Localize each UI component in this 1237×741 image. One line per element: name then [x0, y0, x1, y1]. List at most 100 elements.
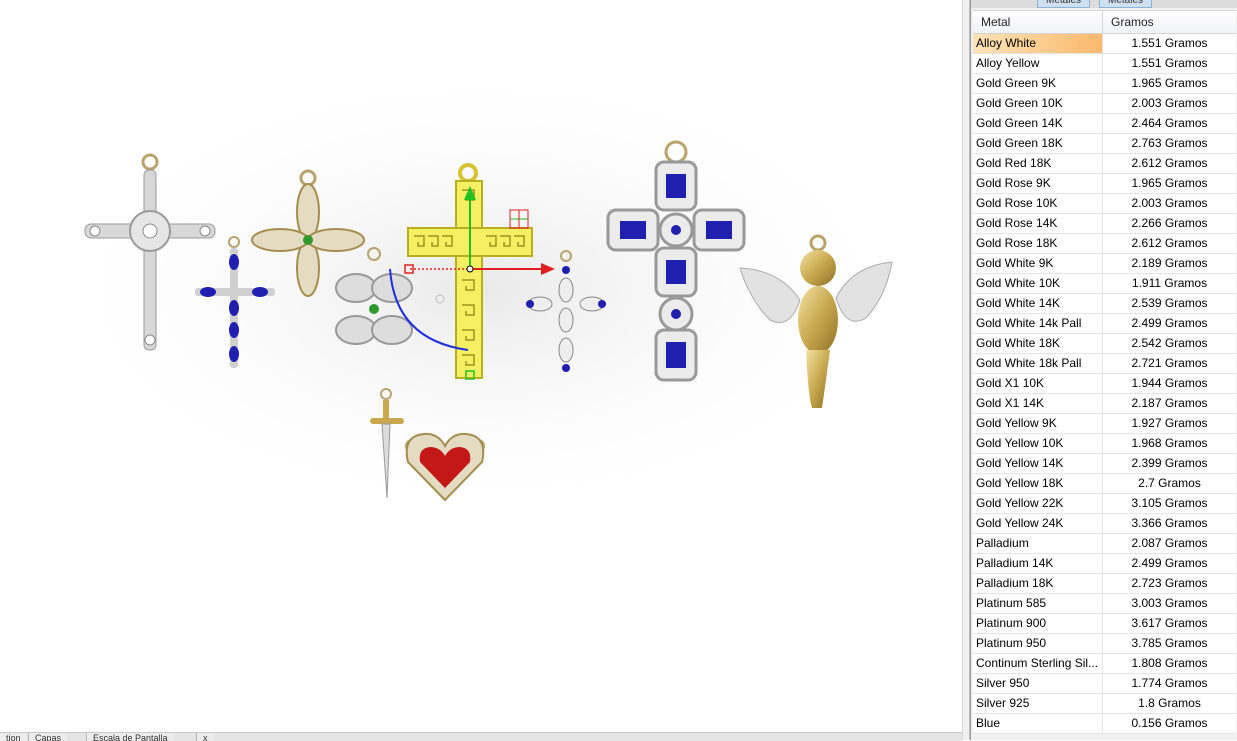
table-row[interactable]: Gold White 18K 2.542 Gramos: [973, 334, 1236, 354]
metal-cell: Gold White 10K: [973, 274, 1103, 293]
table-body: Alloy White 1.551 Gramos Alloy Yellow 1.551…: [973, 34, 1236, 734]
grams-cell: 3.366 Gramos: [1131, 516, 1208, 530]
column-header-metal[interactable]: Metal: [973, 11, 1103, 33]
table-row[interactable]: Gold Rose 18K 2.612 Gramos: [973, 234, 1236, 254]
metal-cell: Gold X1 10K: [973, 374, 1103, 393]
table-row[interactable]: Silver 925 1.8 Gramos: [973, 694, 1236, 714]
table-row[interactable]: Gold Yellow 9K 1.927 Gramos: [973, 414, 1236, 434]
table-row[interactable]: Gold Rose 9K 1.965 Gramos: [973, 174, 1236, 194]
grams-cell: 1.965 Gramos: [1131, 176, 1208, 190]
table-row[interactable]: Palladium 14K 2.499 Gramos: [973, 554, 1236, 574]
column-header-grams[interactable]: Gramos: [1103, 11, 1236, 33]
metal-cell: Gold Rose 14K: [973, 214, 1103, 233]
table-row[interactable]: Gold Yellow 24K 3.366 Gramos: [973, 514, 1236, 534]
metal-cell: Gold White 18k Pall: [973, 354, 1103, 373]
grams-cell: 2.721 Gramos: [1131, 356, 1208, 370]
metal-cell: Alloy Yellow: [973, 54, 1103, 73]
grams-cell: 1.808 Gramos: [1131, 656, 1208, 670]
grams-cell: 2.542 Gramos: [1131, 336, 1208, 350]
table-row[interactable]: Gold White 14K 2.539 Gramos: [973, 294, 1236, 314]
metal-cell: Gold Yellow 18K: [973, 474, 1103, 493]
metal-cell: Alloy White: [973, 34, 1103, 53]
table-row[interactable]: Gold White 14k Pall 2.499 Gramos: [973, 314, 1236, 334]
grams-cell: 1.911 Gramos: [1131, 276, 1208, 290]
metal-cell: Platinum 585: [973, 594, 1103, 613]
grams-cell: 2.723 Gramos: [1131, 576, 1208, 590]
grams-cell: 1.774 Gramos: [1131, 676, 1208, 690]
panel-splitter[interactable]: [962, 0, 970, 740]
table-row[interactable]: Palladium 2.087 Gramos: [973, 534, 1236, 554]
table-row[interactable]: Gold White 10K 1.911 Gramos: [973, 274, 1236, 294]
table-row[interactable]: Gold Yellow 18K 2.7 Gramos: [973, 474, 1236, 494]
table-row[interactable]: Gold Rose 14K 2.266 Gramos: [973, 214, 1236, 234]
table-row[interactable]: Gold Green 14K 2.464 Gramos: [973, 114, 1236, 134]
viewport-scene[interactable]: [0, 0, 962, 732]
table-row[interactable]: Gold X1 14K 2.187 Gramos: [973, 394, 1236, 414]
table-row[interactable]: Alloy White 1.551 Gramos: [973, 34, 1236, 54]
3d-viewport[interactable]: [0, 0, 962, 732]
grams-cell: 2.7 Gramos: [1138, 476, 1201, 490]
table-row[interactable]: Blue 0.156 Gramos: [973, 714, 1236, 734]
panel-tab-strip: Metales Metales: [971, 0, 1237, 8]
panel-tab-metals-2[interactable]: Metales: [1099, 0, 1153, 8]
metal-cell: Gold Green 14K: [973, 114, 1103, 133]
metal-cell: Gold White 14k Pall: [973, 314, 1103, 333]
metal-cell: Gold Green 10K: [973, 94, 1103, 113]
table-row[interactable]: Gold Green 10K 2.003 Gramos: [973, 94, 1236, 114]
grams-cell: 2.189 Gramos: [1131, 256, 1208, 270]
metal-cell: Continum Sterling Sil...: [973, 654, 1103, 673]
metal-cell: Platinum 900: [973, 614, 1103, 633]
grams-cell: 2.003 Gramos: [1131, 96, 1208, 110]
table-row[interactable]: Alloy Yellow 1.551 Gramos: [973, 54, 1236, 74]
metals-table: Metal Gramos Alloy White 1.551 Gramos Allo…: [973, 10, 1236, 734]
table-row[interactable]: Gold Green 9K 1.965 Gramos: [973, 74, 1236, 94]
table-row[interactable]: Continum Sterling Sil... 1.808 Gramos: [973, 654, 1236, 674]
metal-cell: Gold X1 14K: [973, 394, 1103, 413]
grams-cell: 1.965 Gramos: [1131, 76, 1208, 90]
metal-cell: Gold Red 18K: [973, 154, 1103, 173]
grams-cell: 1.968 Gramos: [1131, 436, 1208, 450]
grams-cell: 0.156 Gramos: [1131, 716, 1208, 730]
metal-cell: Gold White 14K: [973, 294, 1103, 313]
grams-cell: 1.551 Gramos: [1131, 36, 1208, 50]
metals-panel: Metales Metales Metal Gramos Alloy White…: [970, 0, 1237, 740]
table-row[interactable]: Platinum 585 3.003 Gramos: [973, 594, 1236, 614]
table-row[interactable]: Gold Rose 10K 2.003 Gramos: [973, 194, 1236, 214]
grams-cell: 2.266 Gramos: [1131, 216, 1208, 230]
table-row[interactable]: Gold Green 18K 2.763 Gramos: [973, 134, 1236, 154]
table-row[interactable]: Platinum 900 3.617 Gramos: [973, 614, 1236, 634]
metal-cell: Palladium 14K: [973, 554, 1103, 573]
metal-cell: Palladium 18K: [973, 574, 1103, 593]
table-row[interactable]: Gold Yellow 10K 1.968 Gramos: [973, 434, 1236, 454]
table-header: Metal Gramos: [973, 10, 1236, 34]
metal-cell: Gold Yellow 22K: [973, 494, 1103, 513]
grams-cell: 1.944 Gramos: [1131, 376, 1208, 390]
grams-cell: 1.927 Gramos: [1131, 416, 1208, 430]
grams-cell: 3.105 Gramos: [1131, 496, 1208, 510]
grams-cell: 1.551 Gramos: [1131, 56, 1208, 70]
metal-cell: Silver 950: [973, 674, 1103, 693]
metal-cell: Platinum 950: [973, 634, 1103, 653]
table-row[interactable]: Gold Yellow 14K 2.399 Gramos: [973, 454, 1236, 474]
metal-cell: Gold Rose 18K: [973, 234, 1103, 253]
metal-cell: Blue: [973, 714, 1103, 733]
metal-cell: Gold Yellow 9K: [973, 414, 1103, 433]
table-row[interactable]: Platinum 950 3.785 Gramos: [973, 634, 1236, 654]
table-row[interactable]: Gold X1 10K 1.944 Gramos: [973, 374, 1236, 394]
metal-cell: Gold White 18K: [973, 334, 1103, 353]
metal-cell: Silver 925: [973, 694, 1103, 713]
gizmo-center[interactable]: [466, 265, 474, 273]
table-row[interactable]: Gold Red 18K 2.612 Gramos: [973, 154, 1236, 174]
panel-tab-metals-1[interactable]: Metales: [1037, 0, 1091, 8]
metal-cell: Gold Green 18K: [973, 134, 1103, 153]
grams-cell: 1.8 Gramos: [1138, 696, 1201, 710]
metal-cell: Gold Green 9K: [973, 74, 1103, 93]
table-row[interactable]: Gold White 9K 2.189 Gramos: [973, 254, 1236, 274]
grams-cell: 2.499 Gramos: [1131, 556, 1208, 570]
metal-cell: Gold Yellow 14K: [973, 454, 1103, 473]
metal-cell: Gold White 9K: [973, 254, 1103, 273]
table-row[interactable]: Palladium 18K 2.723 Gramos: [973, 574, 1236, 594]
table-row[interactable]: Silver 950 1.774 Gramos: [973, 674, 1236, 694]
table-row[interactable]: Gold White 18k Pall 2.721 Gramos: [973, 354, 1236, 374]
table-row[interactable]: Gold Yellow 22K 3.105 Gramos: [973, 494, 1236, 514]
